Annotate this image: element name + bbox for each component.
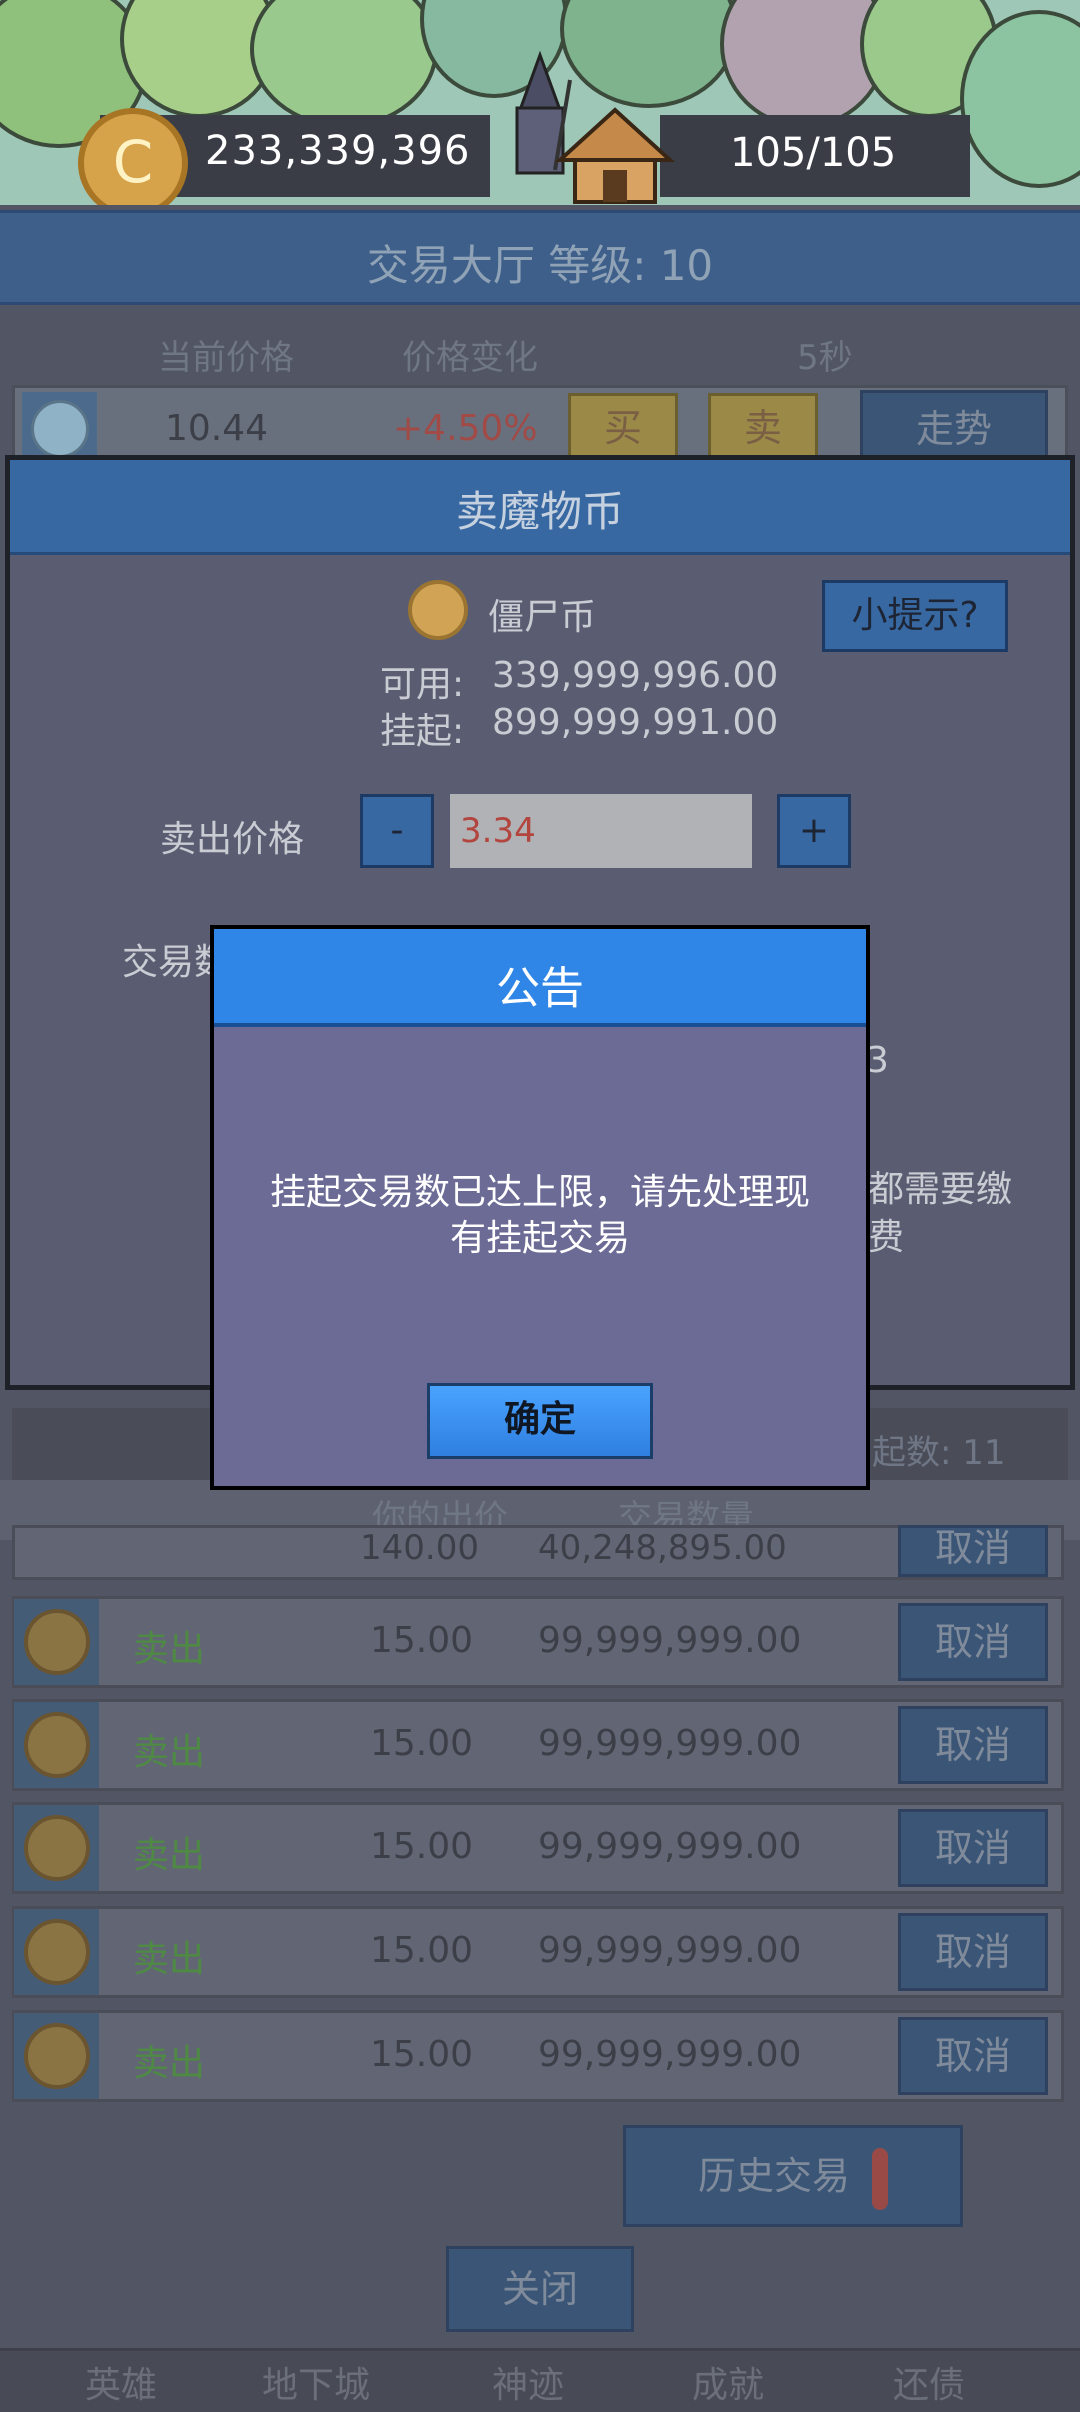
gold-coin-icon: C [78,108,188,218]
price-decrease-button[interactable]: - [360,794,434,868]
sell-panel-title: 卖魔物币 [455,487,624,536]
order-qty: 40,248,895.00 [538,1528,787,1568]
sell-price-label: 卖出价格 [160,819,305,860]
order-coin-frame [14,1805,99,1891]
order-type: 卖出 [133,2043,206,2084]
column-current-price: 当前价格 [158,338,294,378]
cancel-order-button[interactable]: 取消 [898,1603,1048,1681]
coin-name: 僵尸币 [488,597,597,638]
order-price: 140.00 [360,1528,479,1568]
order-qty: 99,999,999.00 [538,1930,802,1971]
order-coin-frame [14,1702,99,1788]
order-coin-frame [14,1909,99,1995]
cancel-order-button[interactable]: 取消 [898,1706,1048,1784]
column-price-change: 价格变化 [402,338,538,378]
order-price: 15.00 [370,2034,474,2075]
nav-heroes[interactable]: 英雄 [85,2356,157,2408]
house-icon [555,107,675,204]
pending-count: 起数: 11 [872,1433,1006,1473]
order-type: 卖出 [133,1939,206,1980]
available-value: 339,999,996.00 [492,655,779,696]
history-trades-label: 历史交易 [697,2154,850,2198]
sell-price-input[interactable]: 3.34 [450,794,752,868]
order-coin-frame [14,2013,99,2099]
order-type: 卖出 [133,1629,206,1670]
alert-exclamation-icon [872,2147,889,2210]
price-increase-button[interactable]: + [777,794,851,868]
order-type: 卖出 [133,1835,206,1876]
order-coin-frame [14,1599,99,1685]
order-qty: 99,999,999.00 [538,2034,802,2075]
column-timer: 5秒 [797,338,853,378]
order-price: 15.00 [370,1620,474,1661]
cancel-order-button[interactable]: 取消 [898,1525,1048,1577]
coin-balance: 233,339,396 [205,128,471,174]
pending-value: 899,999,991.00 [492,702,779,743]
order-price: 15.00 [370,1723,474,1764]
order-type: 卖出 [133,1732,206,1773]
cancel-order-button[interactable]: 取消 [898,1809,1048,1887]
nav-miracles[interactable]: 神迹 [492,2356,564,2408]
nav-achievements[interactable]: 成就 [692,2356,764,2408]
order-qty: 99,999,999.00 [538,1826,802,1867]
slime-coin-icon [30,400,89,458]
fee-note-line1: 都需要缴 [868,1169,1013,1210]
ticker-change: +4.50% [393,408,538,449]
order-qty: 99,999,999.00 [538,1620,802,1661]
cancel-order-button[interactable]: 取消 [898,2017,1048,2095]
nav-repay-debt[interactable]: 还债 [893,2356,965,2408]
hall-title: 交易大厅 等级: 10 [366,241,714,290]
confirm-button[interactable]: 确定 [427,1383,653,1459]
cancel-order-button[interactable]: 取消 [898,1913,1048,1991]
history-trades-button[interactable]: 历史交易 [623,2125,963,2227]
tips-button[interactable]: 小提示? [822,580,1008,652]
zombie-coin-icon [408,580,468,640]
energy-value: 105/105 [730,130,897,176]
dialog-title: 公告 [496,963,584,1014]
zombie-coin-icon [23,1815,90,1881]
order-price: 15.00 [370,1826,474,1867]
dialog-message: 挂起交易数已达上限，请先处理现有挂起交易 [270,1172,811,1259]
order-price: 15.00 [370,1930,474,1971]
fee-note-line2: 费 [868,1217,905,1258]
ticker-price: 10.44 [165,408,269,449]
available-label: 可用: [380,664,465,705]
pending-label: 挂起: [380,711,465,752]
zombie-coin-icon [23,1712,90,1778]
zombie-coin-icon [23,2023,90,2089]
zombie-coin-icon [23,1609,90,1675]
zombie-coin-icon [23,1919,90,1985]
order-qty: 99,999,999.00 [538,1723,802,1764]
close-button[interactable]: 关闭 [446,2246,634,2332]
nav-dungeon[interactable]: 地下城 [262,2356,370,2408]
